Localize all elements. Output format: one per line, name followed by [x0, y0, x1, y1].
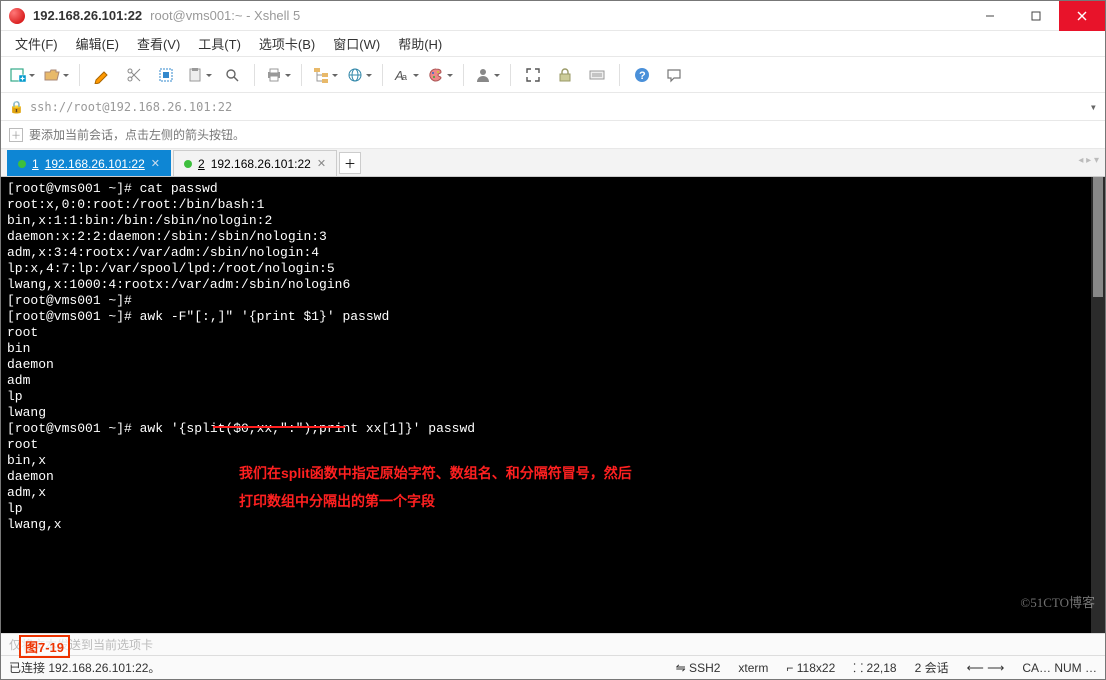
chat-icon[interactable] [660, 61, 688, 89]
title-rest: root@vms001:~ - Xshell 5 [150, 8, 300, 23]
tab-nav[interactable]: ◂ ▸ ▾ [1078, 155, 1099, 166]
search-icon[interactable] [218, 61, 246, 89]
printer-icon[interactable] [263, 61, 293, 89]
globe-icon[interactable] [344, 61, 374, 89]
scrollbar-thumb[interactable] [1093, 177, 1103, 297]
status-term: xterm [738, 661, 768, 675]
hint-bar: ＋ 要添加当前会话，点击左侧的箭头按钮。 [1, 121, 1105, 149]
tab-bar: 1 192.168.26.101:22 ✕ 2 192.168.26.101:2… [1, 149, 1105, 177]
status-size: ⌐ 118x22 [786, 661, 835, 675]
annotation-line1: 我们在split函数中指定原始字符、数组名、和分隔符冒号，然后 [239, 465, 632, 481]
close-button[interactable] [1059, 1, 1105, 31]
status-bar: 已连接 192.168.26.101:22。 ⇋ SSH2 xterm ⌐ 11… [1, 655, 1105, 679]
status-dot-icon [18, 160, 26, 168]
tab-close-icon[interactable]: ✕ [317, 157, 326, 170]
tab-close-icon[interactable]: ✕ [151, 157, 160, 170]
minimize-button[interactable] [967, 1, 1013, 31]
scissors-icon[interactable] [120, 61, 148, 89]
paste-button[interactable] [184, 61, 214, 89]
new-tab-button[interactable] [7, 61, 37, 89]
help-icon[interactable]: ? [628, 61, 656, 89]
tab-2[interactable]: 2 192.168.26.101:22 ✕ [173, 150, 337, 176]
open-button[interactable] [41, 61, 71, 89]
titlebar: 192.168.26.101:22 root@vms001:~ - Xshell… [1, 1, 1105, 31]
menu-tabs[interactable]: 选项卡(B) [251, 32, 323, 55]
status-dot-icon [184, 160, 192, 168]
props-button[interactable] [152, 61, 180, 89]
addr-chevron-icon[interactable]: ▾ [1090, 100, 1097, 114]
svg-text:a: a [402, 72, 407, 82]
toolbar: Aa ? [1, 57, 1105, 93]
watermark: ©51CTO博客 [1020, 595, 1095, 611]
status-pos: ⸬ 22,18 [853, 659, 896, 676]
status-sess: 2 会话 [915, 659, 949, 676]
red-underline [213, 426, 345, 428]
hint-text: 要添加当前会话，点击左侧的箭头按钮。 [29, 126, 245, 143]
tab-label: 192.168.26.101:22 [45, 157, 145, 171]
maximize-button[interactable] [1013, 1, 1059, 31]
figure-label: 图7-19 [19, 635, 70, 658]
menu-file[interactable]: 文件(F) [7, 32, 66, 55]
input-prompt-bar[interactable]: 仅将文本发送到当前选项卡 图7-19 [1, 633, 1105, 655]
status-right: CA… NUM … [1022, 661, 1097, 675]
lock-small-icon: 🔒 [9, 100, 24, 114]
user-icon[interactable] [472, 61, 502, 89]
add-session-icon[interactable]: ＋ [9, 128, 23, 142]
lock-icon[interactable] [551, 61, 579, 89]
status-proto: ⇋ SSH2 [676, 661, 721, 675]
menu-help[interactable]: 帮助(H) [390, 32, 450, 55]
font-icon[interactable]: Aa [391, 61, 421, 89]
menu-window[interactable]: 窗口(W) [325, 32, 388, 55]
fullscreen-icon[interactable] [519, 61, 547, 89]
terminal-scrollbar[interactable] [1091, 177, 1105, 633]
status-extra: ⟵ ⟶ [967, 661, 1005, 675]
address-bar[interactable]: 🔒 ssh://root@192.168.26.101:22 ▾ [1, 93, 1105, 121]
status-left: 已连接 192.168.26.101:22。 [9, 659, 160, 676]
folder-tree-icon[interactable] [310, 61, 340, 89]
app-icon [9, 8, 25, 24]
keyboard-icon[interactable] [583, 61, 611, 89]
menu-edit[interactable]: 编辑(E) [68, 32, 127, 55]
svg-text:?: ? [639, 70, 646, 82]
menu-view[interactable]: 查看(V) [129, 32, 188, 55]
annotation-line2: 打印数组中分隔出的第一个字段 [239, 493, 435, 509]
add-tab-button[interactable]: ＋ [339, 152, 361, 174]
address-text: ssh://root@192.168.26.101:22 [30, 100, 232, 114]
menu-tools[interactable]: 工具(T) [190, 32, 249, 55]
palette-icon[interactable] [425, 61, 455, 89]
title-host: 192.168.26.101:22 [33, 8, 142, 23]
pencil-icon[interactable] [88, 61, 116, 89]
menubar: 文件(F) 编辑(E) 查看(V) 工具(T) 选项卡(B) 窗口(W) 帮助(… [1, 31, 1105, 57]
tab-1[interactable]: 1 192.168.26.101:22 ✕ [7, 150, 171, 176]
tab-label: 192.168.26.101:22 [211, 157, 311, 171]
terminal[interactable]: [root@vms001 ~]# cat passwd root:x,0:0:r… [1, 177, 1105, 633]
